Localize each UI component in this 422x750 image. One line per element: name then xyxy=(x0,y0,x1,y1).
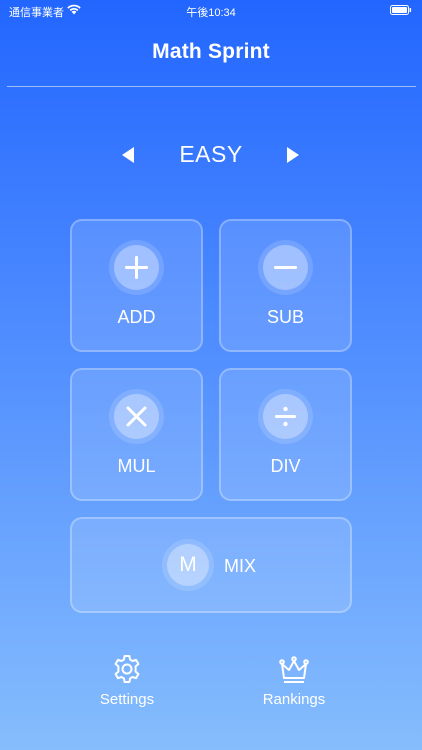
add-label: ADD xyxy=(117,307,156,327)
mix-icon-halo: M xyxy=(162,539,214,591)
divide-icon xyxy=(275,406,296,427)
div-button[interactable]: DIV xyxy=(219,368,352,501)
header-divider xyxy=(7,86,416,87)
add-icon-circle xyxy=(114,245,159,290)
mix-label: MIX xyxy=(224,556,257,576)
mul-label: MUL xyxy=(117,456,156,476)
mix-badge: M xyxy=(167,544,209,586)
sub-label: SUB xyxy=(266,307,304,327)
crown-icon xyxy=(279,656,309,683)
div-icon-halo xyxy=(258,389,313,444)
triangle-right-icon[interactable] xyxy=(285,146,301,164)
difficulty-label: EASY xyxy=(179,141,243,167)
add-button[interactable]: ADD xyxy=(70,219,203,352)
rankings-label: Rankings xyxy=(262,691,326,708)
add-icon-halo xyxy=(109,240,164,295)
mul-icon-halo xyxy=(109,389,164,444)
settings-label: Settings xyxy=(99,691,155,708)
mul-button[interactable]: MUL xyxy=(70,368,203,501)
battery-icon xyxy=(390,5,412,15)
gear-icon xyxy=(114,655,140,683)
div-label: DIV xyxy=(270,456,301,476)
times-icon xyxy=(126,406,147,427)
page-title: Math Sprint xyxy=(152,40,270,63)
settings-button[interactable]: Settings xyxy=(72,650,182,712)
sub-icon-circle xyxy=(263,245,308,290)
difficulty-selector: EASY xyxy=(0,138,422,172)
mul-icon-circle xyxy=(114,394,159,439)
status-time: 午後10:34 xyxy=(186,7,236,19)
plus-icon xyxy=(125,256,148,279)
status-bar: 通信事業者 午後10:34 xyxy=(0,0,422,22)
div-icon-circle xyxy=(263,394,308,439)
rankings-button[interactable]: Rankings xyxy=(239,650,349,712)
mix-button[interactable]: M MIX xyxy=(70,517,352,613)
sub-button[interactable]: SUB xyxy=(219,219,352,352)
minus-icon xyxy=(274,266,297,269)
sub-icon-halo xyxy=(258,240,313,295)
